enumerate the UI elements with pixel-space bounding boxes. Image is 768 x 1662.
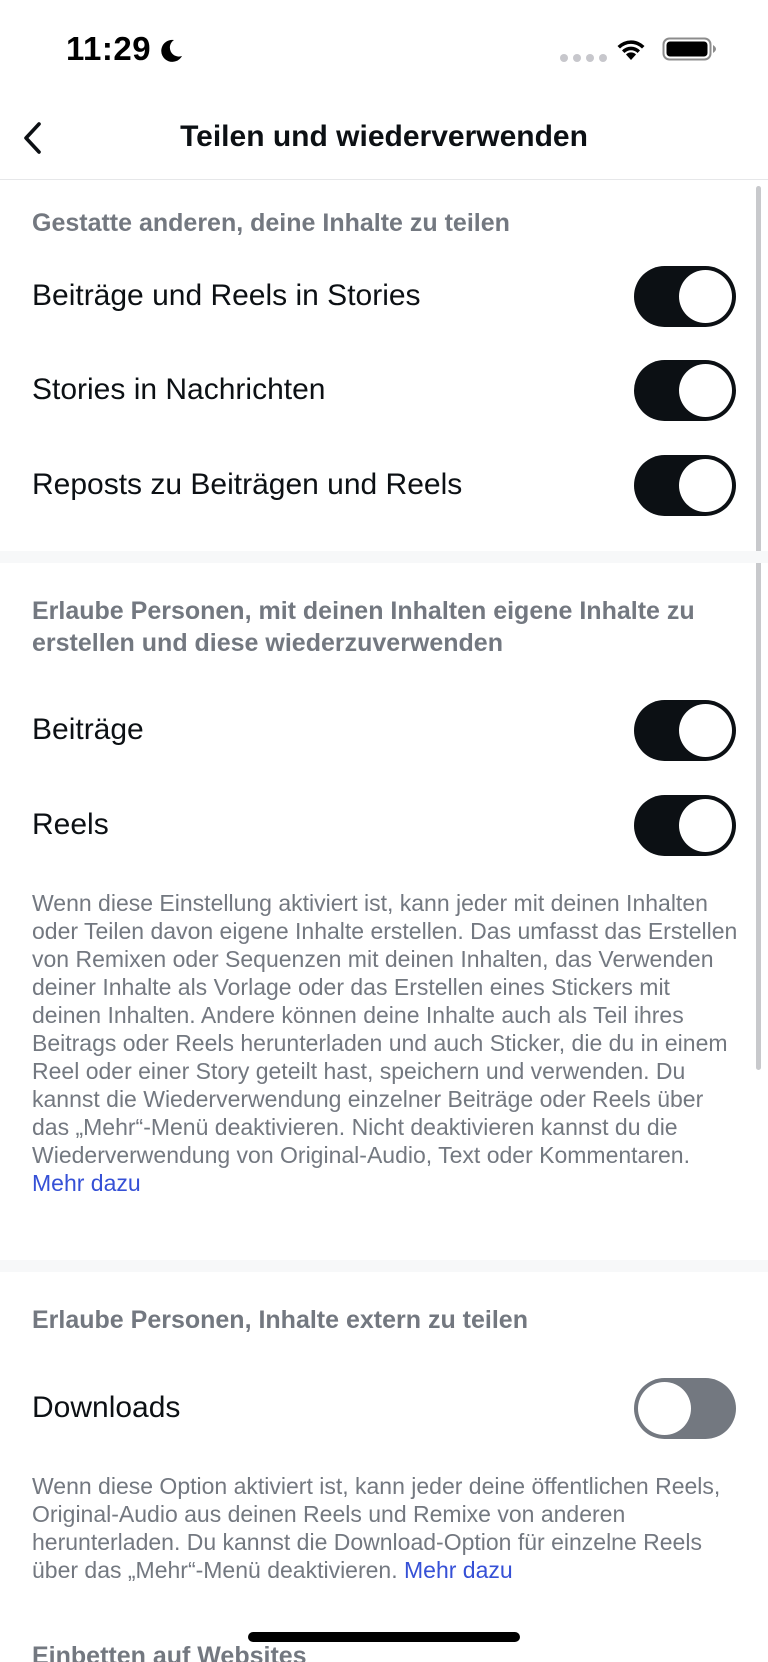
setting-label: Reels <box>32 808 109 841</box>
section-divider <box>0 1260 768 1272</box>
navigation-bar: Teilen und wiederverwenden <box>0 100 768 180</box>
setting-row-stories[interactable]: Beiträge und Reels in Stories <box>0 249 768 343</box>
status-time: 11:29 <box>66 30 152 67</box>
battery-icon <box>662 37 716 61</box>
setting-row-downloads[interactable]: Downloads <box>0 1361 768 1455</box>
toggle-knob <box>679 364 732 417</box>
toggle-switch[interactable] <box>634 700 736 761</box>
toggle-switch[interactable] <box>634 795 736 856</box>
section-header: Einbetten auf Websites <box>32 1642 307 1662</box>
cellular-signal-icon <box>560 54 607 62</box>
toggle-switch[interactable] <box>634 266 736 327</box>
toggle-knob <box>679 799 732 852</box>
setting-label: Beiträge <box>32 713 144 746</box>
setting-label: Downloads <box>32 1391 181 1424</box>
learn-more-link[interactable]: Mehr dazu <box>404 1557 513 1583</box>
section-header: Erlaube Personen, Inhalte extern zu teil… <box>32 1306 528 1334</box>
moon-icon <box>161 39 182 62</box>
setting-row-messages[interactable]: Stories in Nachrichten <box>0 343 768 437</box>
reuse-description: Wenn diese Einstellung aktiviert ist, ka… <box>32 889 738 1197</box>
toggle-knob <box>679 270 732 323</box>
toggle-switch[interactable] <box>634 360 736 421</box>
home-indicator <box>248 1632 520 1642</box>
external-section: Erlaube Personen, Inhalte extern zu teil… <box>0 1272 768 1662</box>
page-title: Teilen und wiederverwenden <box>180 120 588 153</box>
section-header: Gestatte anderen, deine Inhalte zu teile… <box>32 209 510 237</box>
share-section: Gestatte anderen, deine Inhalte zu teile… <box>0 181 768 551</box>
reuse-section: Erlaube Personen, mit deinen Inhalten ei… <box>0 563 768 1260</box>
description-text: Wenn diese Option aktiviert ist, kann je… <box>32 1473 721 1583</box>
learn-more-link[interactable]: Mehr dazu <box>32 1170 141 1196</box>
setting-row-posts[interactable]: Beiträge <box>0 683 768 777</box>
toggle-knob <box>679 459 732 512</box>
setting-row-reposts[interactable]: Reposts zu Beiträgen und Reels <box>0 438 768 532</box>
toggle-switch[interactable] <box>634 1378 736 1439</box>
wifi-icon <box>617 40 645 60</box>
toggle-switch[interactable] <box>634 455 736 516</box>
section-header: Erlaube Personen, mit deinen Inhalten ei… <box>32 597 695 657</box>
description-text: Wenn diese Einstellung aktiviert ist, ka… <box>32 890 738 1168</box>
setting-label: Beiträge und Reels in Stories <box>32 279 421 312</box>
section-divider <box>0 551 768 563</box>
downloads-description: Wenn diese Option aktiviert ist, kann je… <box>32 1472 738 1584</box>
setting-row-reels[interactable]: Reels <box>0 778 768 872</box>
toggle-knob <box>679 704 732 757</box>
toggle-knob <box>638 1382 691 1435</box>
setting-label: Stories in Nachrichten <box>32 373 326 406</box>
status-bar: 11:29 <box>0 0 768 100</box>
setting-label: Reposts zu Beiträgen und Reels <box>32 468 463 501</box>
